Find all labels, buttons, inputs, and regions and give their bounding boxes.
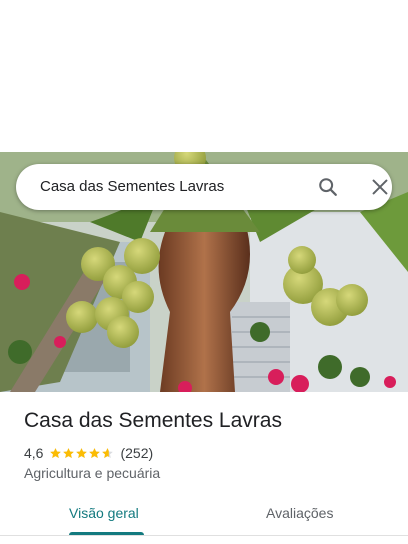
tab-divider [0, 535, 408, 536]
star-icon [102, 447, 114, 458]
search-input[interactable]: Casa das Sementes Lavras [40, 178, 224, 195]
search-bar[interactable]: Casa das Sementes Lavras [16, 164, 392, 210]
search-icon[interactable] [317, 176, 339, 198]
star-icon [76, 447, 88, 458]
close-icon[interactable] [369, 176, 391, 198]
tab-overview[interactable]: Visão geral [69, 505, 139, 521]
star-icon [63, 447, 75, 458]
rating-value: 4,6 [24, 445, 44, 461]
place-category[interactable]: Agricultura e pecuária [24, 465, 160, 481]
star-rating [49, 447, 114, 460]
star-icon [89, 447, 101, 458]
star-icon [50, 447, 62, 458]
place-title: Casa das Sementes Lavras [24, 409, 282, 432]
review-count: (252) [120, 445, 154, 461]
rating-row[interactable]: 4,6 (252) [24, 444, 153, 462]
tab-reviews[interactable]: Avaliações [266, 505, 333, 521]
